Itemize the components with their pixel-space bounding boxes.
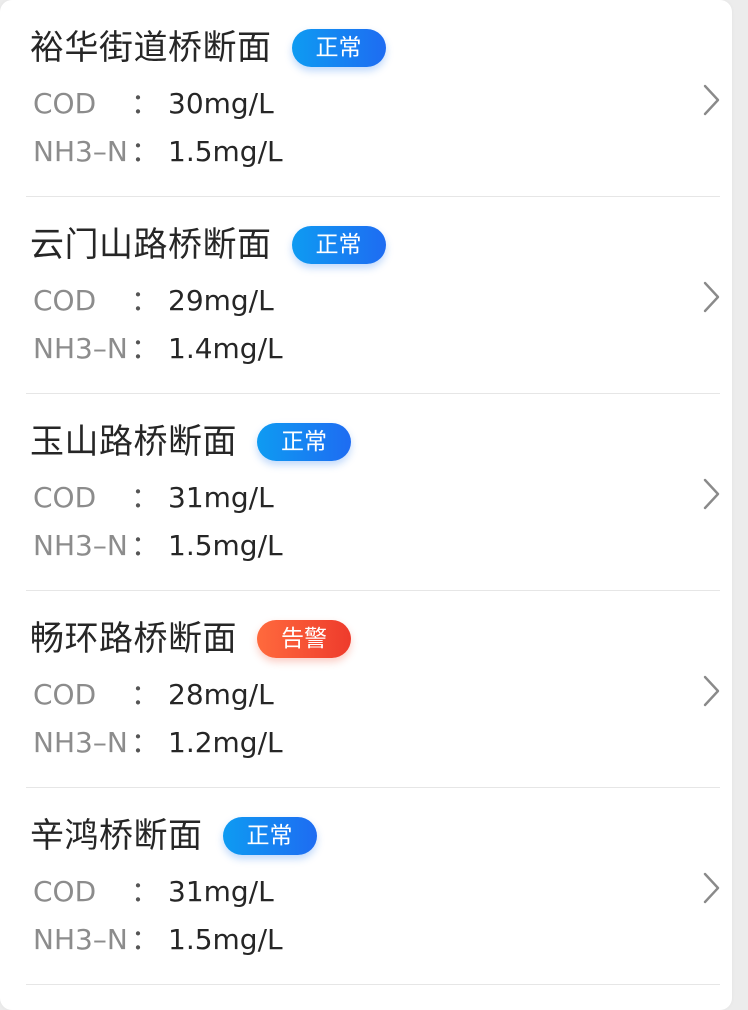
metric-cod: COD ： 30mg/L xyxy=(33,84,274,124)
metric-cod: COD ： 31mg/L xyxy=(33,872,274,912)
metric-label: NH3–N xyxy=(33,135,128,168)
chevron-right-icon[interactable] xyxy=(700,870,722,906)
station-title-row: 玉山路桥断面 正常 xyxy=(30,418,351,466)
metric-colon: ： xyxy=(131,529,160,562)
metric-label: COD xyxy=(33,875,97,908)
chevron-right-icon[interactable] xyxy=(700,82,722,118)
metric-label: NH3–N xyxy=(33,726,128,759)
metric-label: NH3–N xyxy=(33,332,128,365)
metric-nh3n: NH3–N ： 1.5mg/L xyxy=(33,132,283,172)
station-item[interactable]: 玉山路桥断面 正常 COD ： 31mg/L NH3–N ： 1.5mg/L xyxy=(26,394,720,591)
metric-label: COD xyxy=(33,284,97,317)
station-list-card: 裕华街道桥断面 正常 COD ： 30mg/L NH3–N ： 1.5mg/L … xyxy=(0,0,732,1010)
station-name: 辛鸿桥断面 xyxy=(30,816,203,856)
status-badge: 正常 xyxy=(257,423,351,461)
station-item[interactable]: 辛鸿桥断面 正常 COD ： 31mg/L NH3–N ： 1.5mg/L xyxy=(26,788,720,985)
chevron-right-icon[interactable] xyxy=(700,476,722,512)
status-badge: 正常 xyxy=(291,29,386,67)
metric-cod: COD ： 31mg/L xyxy=(33,478,274,518)
metric-colon: ： xyxy=(131,726,160,759)
station-name: 云门山路桥断面 xyxy=(30,225,272,265)
metric-colon: ： xyxy=(131,87,160,120)
metric-cod: COD ： 28mg/L xyxy=(33,675,274,715)
metric-label: COD xyxy=(33,481,97,514)
metric-label: NH3–N xyxy=(33,923,128,956)
station-name: 畅环路桥断面 xyxy=(30,619,237,659)
station-list: 裕华街道桥断面 正常 COD ： 30mg/L NH3–N ： 1.5mg/L … xyxy=(26,0,720,985)
metric-value: 1.5mg/L xyxy=(168,923,283,956)
station-title-row: 裕华街道桥断面 正常 xyxy=(30,24,386,72)
status-badge: 正常 xyxy=(222,817,317,855)
metric-colon: ： xyxy=(131,875,160,908)
station-item[interactable]: 云门山路桥断面 正常 COD ： 29mg/L NH3–N ： 1.4mg/L xyxy=(26,197,720,394)
metric-label: COD xyxy=(33,678,97,711)
metric-label: COD xyxy=(33,87,97,120)
metric-value: 28mg/L xyxy=(168,678,274,711)
station-item[interactable]: 畅环路桥断面 告警 COD ： 28mg/L NH3–N ： 1.2mg/L xyxy=(26,591,720,788)
metric-colon: ： xyxy=(131,923,160,956)
metric-value: 31mg/L xyxy=(168,875,274,908)
metric-colon: ： xyxy=(131,481,160,514)
metric-nh3n: NH3–N ： 1.2mg/L xyxy=(33,723,283,763)
station-title-row: 云门山路桥断面 正常 xyxy=(30,221,386,269)
station-item[interactable]: 裕华街道桥断面 正常 COD ： 30mg/L NH3–N ： 1.5mg/L xyxy=(26,0,720,197)
station-name: 裕华街道桥断面 xyxy=(30,28,272,68)
metric-value: 1.5mg/L xyxy=(168,529,283,562)
metric-label: NH3–N xyxy=(33,529,128,562)
station-title-row: 辛鸿桥断面 正常 xyxy=(30,812,317,860)
metric-value: 1.5mg/L xyxy=(168,135,283,168)
metric-colon: ： xyxy=(131,135,160,168)
metric-colon: ： xyxy=(131,284,160,317)
metric-value: 1.4mg/L xyxy=(168,332,283,365)
chevron-right-icon[interactable] xyxy=(700,279,722,315)
metric-colon: ： xyxy=(131,678,160,711)
status-badge: 正常 xyxy=(291,226,386,264)
metric-value: 31mg/L xyxy=(168,481,274,514)
station-title-row: 畅环路桥断面 告警 xyxy=(30,615,351,663)
metric-cod: COD ： 29mg/L xyxy=(33,281,274,321)
status-badge: 告警 xyxy=(257,620,351,658)
metric-value: 1.2mg/L xyxy=(168,726,283,759)
chevron-right-icon[interactable] xyxy=(700,673,722,709)
metric-nh3n: NH3–N ： 1.4mg/L xyxy=(33,329,283,369)
station-name: 玉山路桥断面 xyxy=(30,422,237,462)
metric-nh3n: NH3–N ： 1.5mg/L xyxy=(33,920,283,960)
metric-nh3n: NH3–N ： 1.5mg/L xyxy=(33,526,283,566)
metric-value: 30mg/L xyxy=(168,87,274,120)
metric-value: 29mg/L xyxy=(168,284,274,317)
metric-colon: ： xyxy=(131,332,160,365)
